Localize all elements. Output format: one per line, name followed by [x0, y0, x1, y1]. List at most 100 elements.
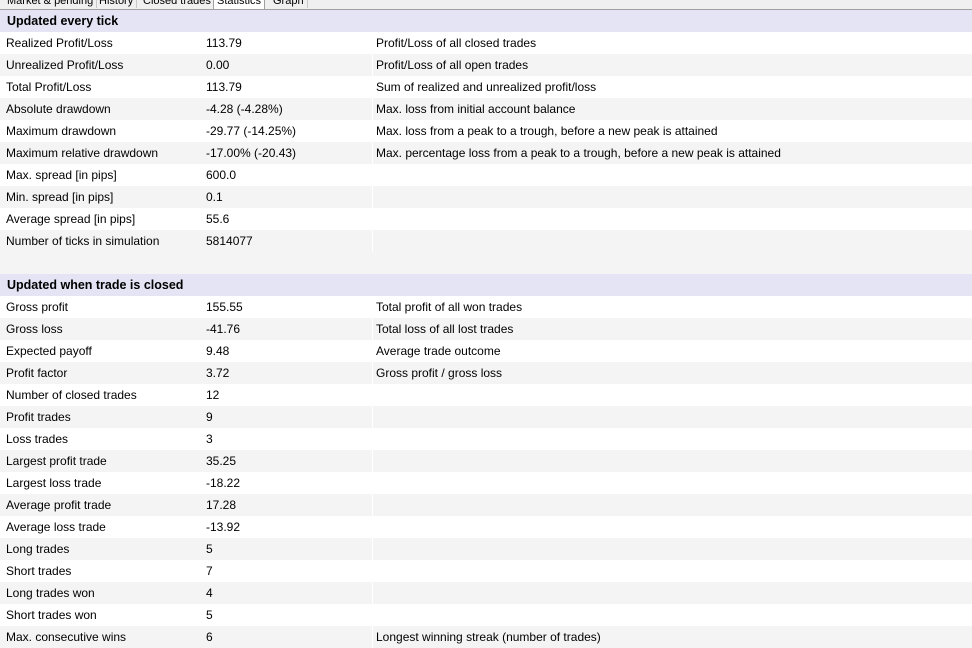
- tab-graph[interactable]: Graph: [270, 0, 308, 8]
- stat-value: 7: [206, 564, 213, 578]
- stat-value: 155.55: [206, 300, 243, 314]
- stat-row[interactable]: Absolute drawdown -4.28 (-4.28%) Max. loss…: [0, 98, 972, 120]
- statistics-table: Updated every tick Realized Profit/Loss 11…: [0, 10, 972, 648]
- stat-value: 5814077: [206, 234, 253, 248]
- stat-name: Min. spread [in pips]: [6, 190, 114, 204]
- stat-name: Number of ticks in simulation: [6, 234, 160, 248]
- stat-row[interactable]: Average profit trade 17.28: [0, 494, 972, 516]
- column-separator: [372, 604, 373, 626]
- stat-description: [376, 516, 972, 538]
- stat-row[interactable]: Average spread [in pips] 55.6: [0, 208, 972, 230]
- stat-name: Short trades won: [6, 608, 97, 622]
- stat-value: 35.25: [206, 454, 237, 468]
- stat-row[interactable]: Max. consecutive wins 6 Longest winning st…: [0, 626, 972, 648]
- stat-value: 12: [206, 388, 220, 402]
- stat-row[interactable]: Largest profit trade 35.25: [0, 450, 972, 472]
- stat-row[interactable]: Maximum relative drawdown -17.00% (-20.43…: [0, 142, 972, 164]
- column-separator: [372, 516, 373, 538]
- stat-description: [376, 186, 972, 208]
- stat-row[interactable]: Long trades won 4: [0, 582, 972, 604]
- column-separator: [372, 296, 373, 318]
- stat-row[interactable]: Min. spread [in pips] 0.1: [0, 186, 972, 208]
- stat-row[interactable]: Realized Profit/Loss 113.79 Profit/Loss of…: [0, 32, 972, 54]
- stat-row[interactable]: Gross profit 155.55 Total profit of all wo…: [0, 296, 972, 318]
- column-separator: [372, 582, 373, 604]
- column-separator: [372, 560, 373, 582]
- stat-row[interactable]: Short trades won 5: [0, 604, 972, 626]
- column-separator: [372, 142, 373, 164]
- stat-value: -17.00% (-20.43): [206, 146, 297, 160]
- stat-row[interactable]: Loss trades 3: [0, 428, 972, 450]
- tab-bar: Market & pending History Closed trades S…: [0, 0, 972, 10]
- stat-description: Profit/Loss of all open trades: [376, 58, 529, 72]
- column-separator: [372, 626, 373, 648]
- stat-description: [376, 406, 972, 428]
- stat-name: Total Profit/Loss: [6, 80, 92, 94]
- column-separator: [372, 208, 373, 230]
- stat-value: 17.28: [206, 498, 237, 512]
- stat-name: Profit factor: [6, 366, 68, 380]
- stat-description: [376, 560, 972, 582]
- column-separator: [372, 76, 373, 98]
- stat-name: Long trades won: [6, 586, 95, 600]
- column-separator: [372, 164, 373, 186]
- stat-description: [376, 604, 972, 626]
- stat-description: [376, 494, 972, 516]
- tab-statistics[interactable]: Statistics: [213, 0, 266, 9]
- stat-row[interactable]: Total Profit/Loss 113.79 Sum of realized a…: [0, 76, 972, 98]
- stat-value: 9: [206, 410, 213, 424]
- column-separator: [372, 362, 373, 384]
- stat-value: -13.92: [206, 520, 241, 534]
- stat-name: Loss trades: [6, 432, 69, 446]
- column-separator: [372, 186, 373, 208]
- stat-value: 6: [206, 630, 213, 644]
- stat-row[interactable]: Expected payoff 9.48 Average trade outcome: [0, 340, 972, 362]
- stat-description: [376, 472, 972, 494]
- stat-name: Average profit trade: [6, 498, 112, 512]
- stat-description: [376, 384, 972, 406]
- column-separator: [372, 230, 373, 252]
- stat-row[interactable]: Short trades 7: [0, 560, 972, 582]
- column-separator: [372, 538, 373, 560]
- stat-description: Max. loss from a peak to a trough, befor…: [376, 124, 718, 138]
- stat-description: Gross profit / gross loss: [376, 366, 503, 380]
- stat-row[interactable]: Largest loss trade -18.22: [0, 472, 972, 494]
- stat-row[interactable]: Unrealized Profit/Loss 0.00 Profit/Loss of…: [0, 54, 972, 76]
- stat-row[interactable]: Long trades 5: [0, 538, 972, 560]
- column-separator: [372, 32, 373, 54]
- column-separator: [372, 494, 373, 516]
- stat-value: 9.48: [206, 344, 230, 358]
- stat-row[interactable]: Profit trades 9: [0, 406, 972, 428]
- stat-row[interactable]: Profit factor 3.72 Gross profit / gross lo…: [0, 362, 972, 384]
- column-separator: [372, 384, 373, 406]
- stat-value: 0.00: [206, 58, 230, 72]
- stat-row[interactable]: Max. spread [in pips] 600.0: [0, 164, 972, 186]
- tab-closed-trades[interactable]: Closed trades: [140, 0, 215, 8]
- stat-name: Absolute drawdown: [6, 102, 111, 116]
- stat-value: 3: [206, 432, 213, 446]
- stat-description: Profit/Loss of all closed trades: [376, 36, 537, 50]
- stat-value: 55.6: [206, 212, 230, 226]
- stat-name: Gross loss: [6, 322, 63, 336]
- stat-description: Sum of realized and unrealized profit/lo…: [376, 80, 597, 94]
- stat-row[interactable]: Maximum drawdown -29.77 (-14.25%) Max. los…: [0, 120, 972, 142]
- section-spacer: [0, 252, 972, 274]
- stat-value: 4: [206, 586, 213, 600]
- tab-history[interactable]: History: [96, 0, 138, 8]
- stat-row[interactable]: Number of closed trades 12: [0, 384, 972, 406]
- stat-value: -41.76: [206, 322, 241, 336]
- stat-name: Maximum relative drawdown: [6, 146, 159, 160]
- stat-description: [376, 164, 972, 186]
- stat-row[interactable]: Number of ticks in simulation 5814077: [0, 230, 972, 252]
- stat-description: [376, 428, 972, 450]
- tab-market-pending[interactable]: Market & pending: [4, 0, 98, 8]
- column-separator: [372, 450, 373, 472]
- stat-name: Maximum drawdown: [6, 124, 117, 138]
- stat-row[interactable]: Average loss trade -13.92: [0, 516, 972, 538]
- stat-name: Long trades: [6, 542, 70, 556]
- stat-row[interactable]: Gross loss -41.76 Total loss of all lost t…: [0, 318, 972, 340]
- stat-name: Short trades: [6, 564, 72, 578]
- stat-description: Max. percentage loss from a peak to a tr…: [376, 146, 781, 160]
- stat-name: Profit trades: [6, 410, 71, 424]
- stat-value: 113.79: [206, 80, 242, 94]
